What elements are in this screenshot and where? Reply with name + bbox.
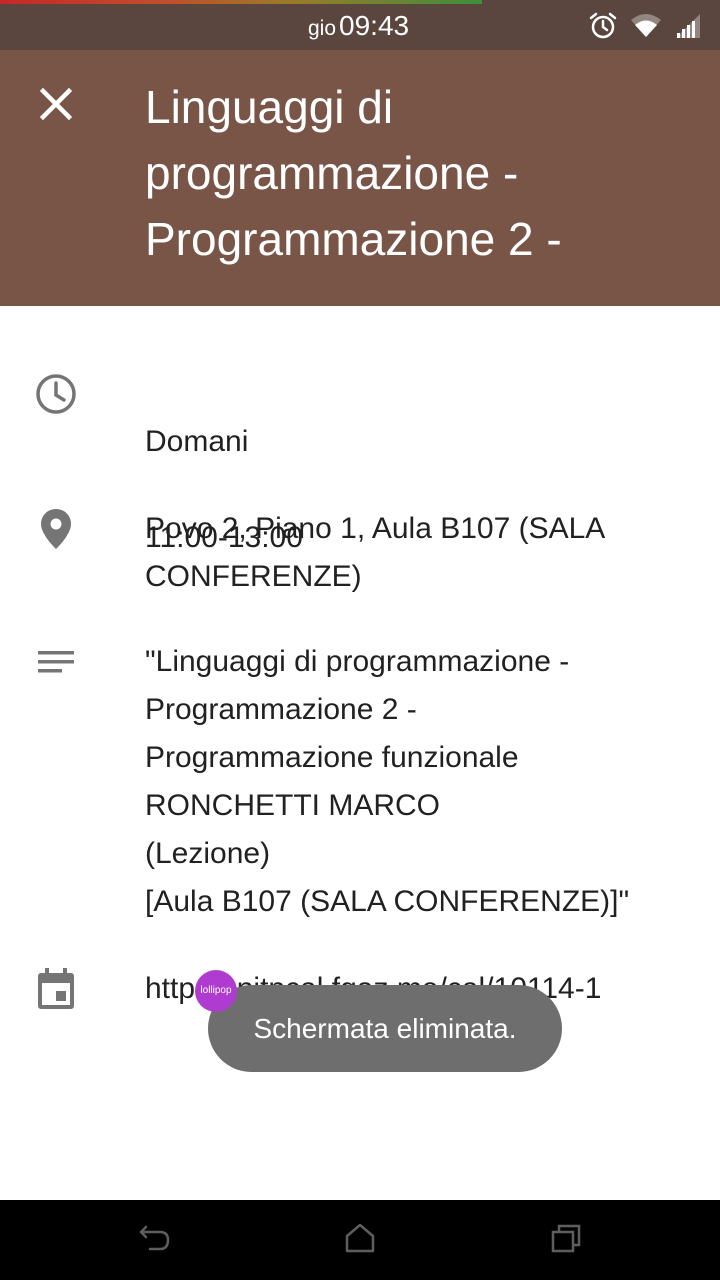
lollipop-badge: lollipop xyxy=(195,970,237,1012)
event-description-text: "Linguaggi di programmazione - Programma… xyxy=(145,645,630,918)
location-pin-icon xyxy=(34,507,78,551)
status-clock: gio 09:43 xyxy=(308,10,409,45)
event-location-text: Povo 2, Piano 1, Aula B107 (SALA CONFERE… xyxy=(145,512,604,593)
clock-icon xyxy=(34,372,78,416)
recent-apps-icon xyxy=(550,1223,582,1258)
alarm-icon xyxy=(588,11,618,41)
status-progress-strip xyxy=(0,0,482,4)
status-icons xyxy=(588,10,702,42)
back-icon xyxy=(138,1223,172,1258)
navigation-bar xyxy=(0,1200,720,1280)
home-icon xyxy=(344,1223,376,1258)
home-button[interactable] xyxy=(340,1220,380,1260)
event-detail-screen: gio 09:43 Linguaggi di programmazione - … xyxy=(0,0,720,1280)
status-time: 09:43 xyxy=(339,10,410,41)
toast-message: Schermata eliminata. xyxy=(208,985,562,1072)
signal-icon xyxy=(674,12,702,40)
status-day: gio xyxy=(308,17,337,40)
close-icon xyxy=(39,87,73,125)
event-title: Linguaggi di programmazione - Programmaz… xyxy=(145,81,562,265)
status-bar: gio 09:43 xyxy=(0,0,720,50)
calendar-icon xyxy=(34,967,78,1011)
wifi-icon xyxy=(630,13,662,39)
event-header: Linguaggi di programmazione - Programmaz… xyxy=(0,50,720,306)
close-button[interactable] xyxy=(26,76,86,136)
event-day: Domani xyxy=(145,425,249,458)
recent-apps-button[interactable] xyxy=(546,1220,586,1260)
back-button[interactable] xyxy=(135,1220,175,1260)
notes-icon xyxy=(34,640,78,684)
